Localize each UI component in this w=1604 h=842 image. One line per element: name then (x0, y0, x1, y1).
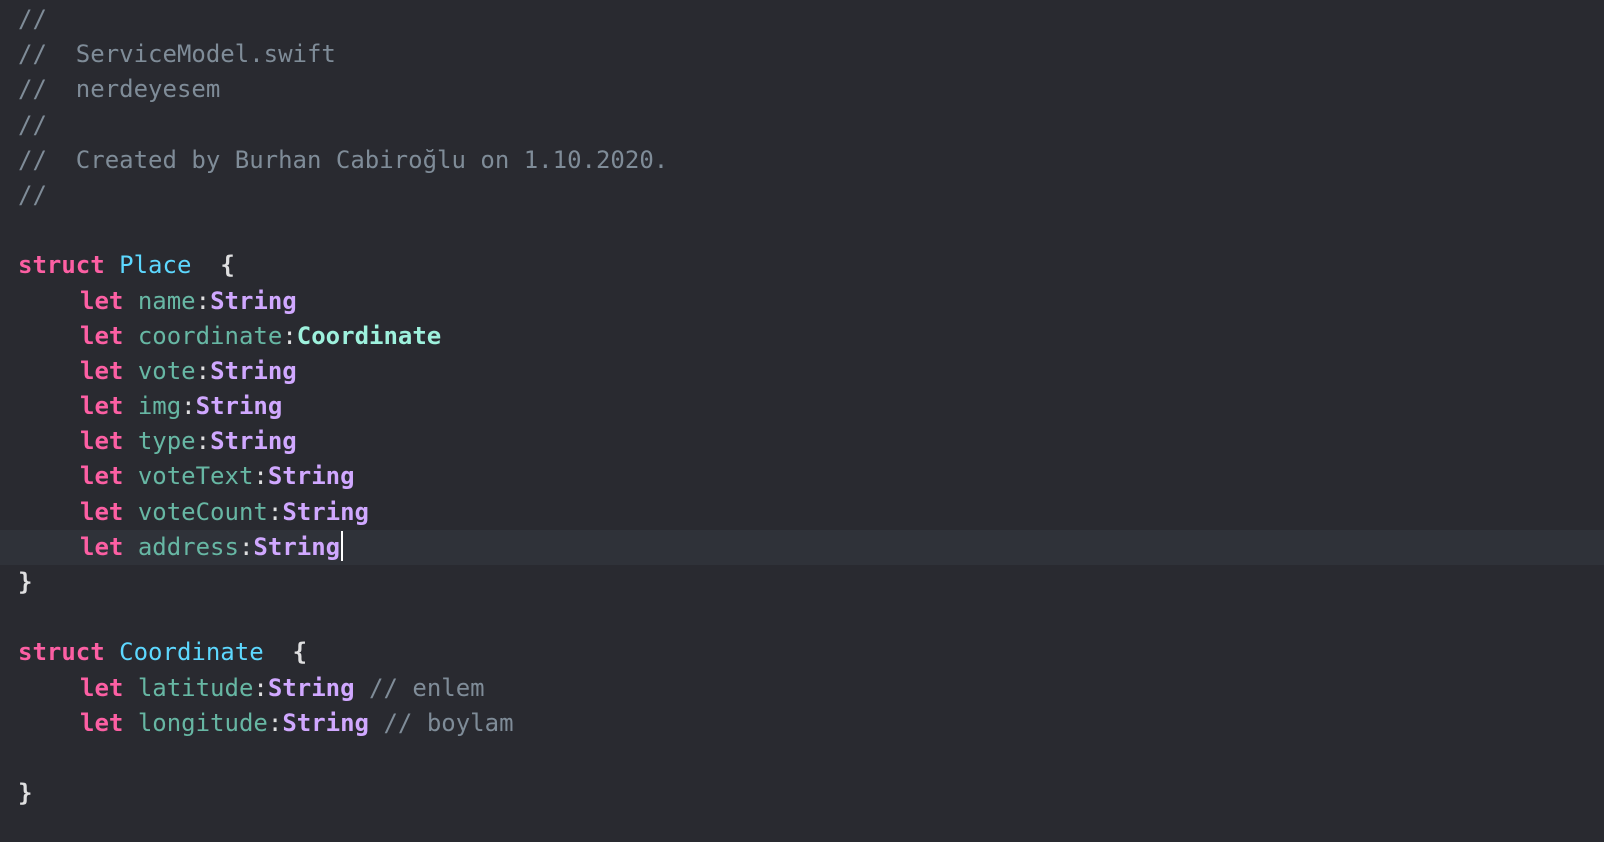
field-line-longitude: let longitude:String // boylam (0, 706, 1604, 741)
property-name: voteText (137, 462, 254, 491)
text-cursor (341, 530, 344, 561)
field-line-name: let name:String (0, 284, 1604, 319)
struct-keyword: struct (18, 251, 105, 280)
struct-place-declaration: struct Place { (0, 248, 1604, 283)
let-keyword: let (80, 356, 124, 385)
colon: : (195, 427, 211, 456)
comment-line: // (18, 5, 47, 33)
colon: : (253, 462, 268, 491)
struct-keyword: struct (18, 638, 105, 667)
colon: : (282, 321, 297, 350)
inline-comment: // enlem (369, 673, 485, 702)
field-line-votecount: let voteCount:String (0, 495, 1604, 530)
struct-name: Place (119, 251, 192, 280)
property-type: String (253, 532, 341, 561)
struct-coordinate-declaration: struct Coordinate { (0, 635, 1604, 670)
property-type: String (210, 286, 297, 315)
property-type: String (282, 497, 370, 526)
let-keyword: let (80, 673, 124, 702)
close-brace: } (18, 779, 33, 808)
struct-name: Coordinate (119, 638, 264, 667)
let-keyword: let (80, 708, 124, 737)
let-keyword: let (80, 286, 124, 315)
let-keyword: let (80, 462, 124, 491)
field-line-votetext: let voteText:String (0, 459, 1604, 494)
let-keyword: let (80, 497, 124, 526)
property-type: String (267, 462, 355, 491)
field-line-img: let img:String (0, 389, 1604, 424)
let-keyword: let (80, 321, 124, 350)
let-keyword: let (80, 392, 124, 421)
let-keyword: let (80, 532, 124, 561)
comment-line: // Created by Burhan Cabiroğlu on 1.10.2… (18, 145, 669, 174)
comment-line: // ServiceModel.swift (18, 40, 336, 69)
let-keyword: let (80, 427, 124, 456)
field-line-type: let type:String (0, 424, 1604, 459)
open-brace: { (220, 251, 235, 280)
property-type: String (210, 427, 297, 456)
field-line-latitude: let latitude:String // enlem (0, 671, 1604, 706)
colon: : (238, 532, 254, 561)
colon: : (267, 497, 283, 526)
property-type: String (195, 392, 283, 421)
colon: : (253, 673, 268, 702)
property-name: latitude (137, 673, 254, 702)
property-name: voteCount (137, 497, 268, 526)
property-type: String (267, 673, 355, 702)
property-name: name (137, 286, 196, 315)
colon: : (195, 286, 211, 315)
property-name: coordinate (137, 321, 283, 350)
comment-line: // nerdeyesem (18, 75, 221, 104)
field-line-vote: let vote:String (0, 354, 1604, 389)
colon: : (181, 392, 196, 421)
closing-brace-line: } (0, 565, 1604, 600)
property-name: type (137, 427, 196, 456)
colon: : (267, 708, 283, 737)
field-line-coordinate: let coordinate:Coordinate (0, 319, 1604, 354)
property-type: String (282, 708, 370, 737)
closing-brace-line: } (0, 776, 1604, 811)
comment-line: // (18, 110, 47, 139)
property-name: longitude (137, 708, 268, 737)
property-type: String (210, 356, 297, 385)
close-brace: } (18, 568, 33, 596)
colon: : (195, 356, 211, 385)
property-name: img (137, 392, 182, 421)
open-brace: { (292, 638, 308, 667)
property-type: Coordinate (296, 321, 442, 350)
code-editor[interactable]: // // ServiceModel.swift // nerdeyesem /… (0, 0, 1604, 842)
property-name: vote (137, 356, 196, 385)
comment-line: // (18, 180, 47, 209)
property-name: address (137, 532, 239, 561)
inline-comment: // boylam (383, 708, 514, 737)
current-line-address[interactable]: let address:String (0, 529, 1604, 565)
